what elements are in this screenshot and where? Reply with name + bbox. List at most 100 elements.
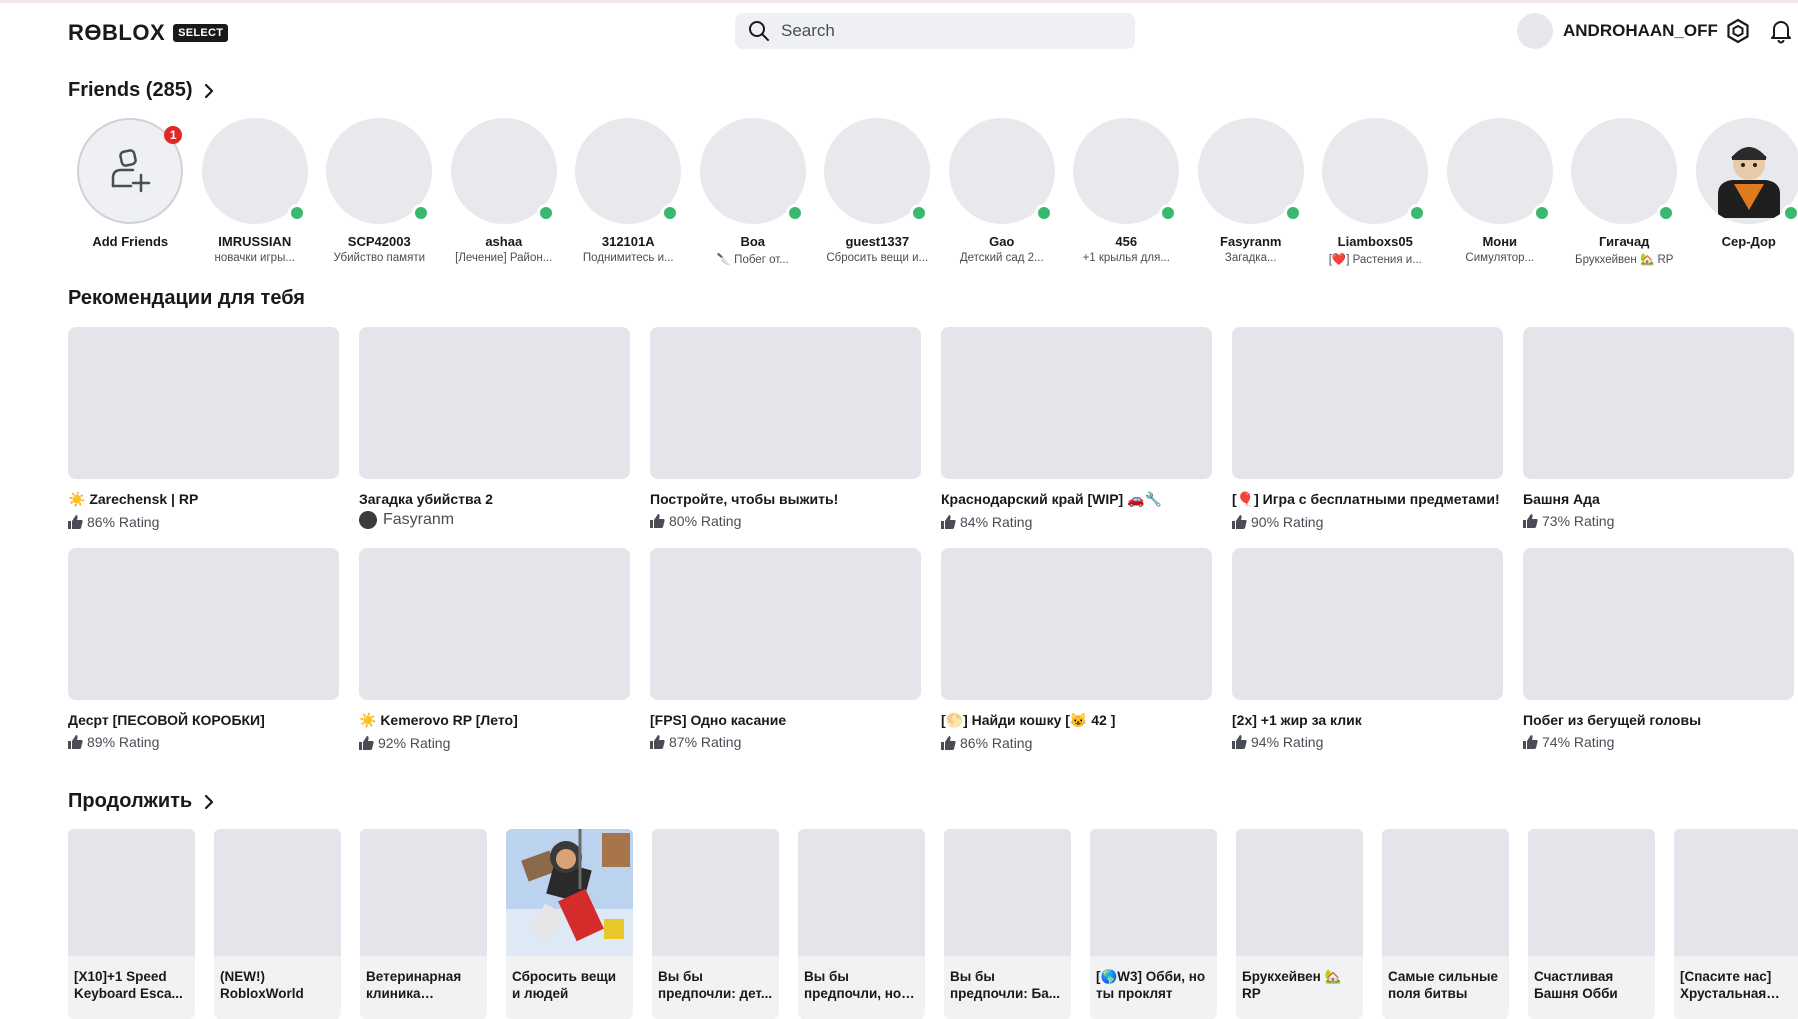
friend-tile[interactable]: 312101AПоднимитесь и...	[566, 118, 691, 266]
game-thumbnail	[1382, 829, 1509, 956]
friend-status[interactable]: Загадка...	[1189, 252, 1313, 264]
game-creator[interactable]: Fasyranm	[359, 511, 630, 529]
game-card[interactable]: [🎈] Игра с бесплатными предметами!90% Ra…	[1232, 327, 1503, 548]
friend-status[interactable]: Убийство памяти	[317, 252, 441, 264]
select-badge: SELECT	[173, 24, 228, 42]
continue-game-card[interactable]: Счастливая Башня Обби	[1528, 829, 1655, 1019]
chevron-right-icon	[202, 82, 216, 100]
friend-tile[interactable]: GaoДетский сад 2...	[940, 118, 1065, 266]
game-title: Вы бы предпочли: дет...	[652, 956, 779, 1002]
search-bar[interactable]	[735, 13, 1135, 49]
friend-avatar	[451, 118, 557, 224]
game-card[interactable]: [2x] +1 жир за клик94% Rating	[1232, 548, 1503, 769]
continue-game-card[interactable]: [🌎W3] Обби, но ты проклят	[1090, 829, 1217, 1019]
friend-status[interactable]: 🔪 Побег от...	[691, 252, 815, 266]
friend-tile[interactable]: SCP42003Убийство памяти	[317, 118, 442, 266]
add-friends-tile[interactable]: 1 Add Friends	[68, 118, 193, 266]
friend-avatar	[824, 118, 930, 224]
friend-tile[interactable]: Сер-Дор	[1687, 118, 1798, 266]
game-rating: 84% Rating	[941, 514, 1212, 530]
search-input[interactable]	[779, 20, 1103, 42]
friend-tile[interactable]: Boa🔪 Побег от...	[691, 118, 816, 266]
friend-status[interactable]: [❤️] Растения и...	[1313, 252, 1437, 266]
friend-name: guest1337	[815, 234, 939, 249]
game-title: Краснодарский край [WIP] 🚗🔧	[941, 491, 1212, 508]
game-title: Сбросить вещи и людей	[506, 956, 633, 1002]
continue-game-card[interactable]: Вы бы предпочли: Ба...	[944, 829, 1071, 1019]
game-title: [🎈] Игра с бесплатными предметами!	[1232, 491, 1503, 508]
continue-game-card[interactable]: Ветеринарная клиника (Анома...	[360, 829, 487, 1019]
thumbs-up-icon	[1232, 735, 1247, 749]
friends-heading[interactable]: Friends (285)	[68, 79, 216, 102]
thumbs-up-icon	[650, 735, 665, 749]
friend-status[interactable]: Поднимитесь и...	[566, 252, 690, 264]
friend-tile[interactable]: guest1337 Сбросить вещи и...	[815, 118, 940, 266]
friend-name: ashaa	[442, 234, 566, 249]
add-friend-icon	[107, 146, 153, 196]
bell-icon[interactable]	[1768, 18, 1794, 44]
game-card[interactable]: [FPS] Одно касание87% Rating	[650, 548, 921, 769]
continue-game-card[interactable]: Самые сильные поля битвы	[1382, 829, 1509, 1019]
friend-tile[interactable]: МониСимулятор...	[1438, 118, 1563, 266]
friend-tile[interactable]: 456 +1 крылья для...	[1064, 118, 1189, 266]
game-card[interactable]: Десрт [ПЕСОВОЙ КОРОБКИ]89% Rating	[68, 548, 339, 769]
game-title: ☀️ Kemerovo RP [Лето]	[359, 712, 630, 729]
robux-icon[interactable]	[1725, 18, 1751, 44]
continue-game-card[interactable]: Сбросить вещи и людей	[506, 829, 633, 1019]
search-icon	[747, 19, 771, 43]
friend-tile[interactable]: ashaa [Лечение] Район...	[442, 118, 567, 266]
game-card[interactable]: Постройте, чтобы выжить!80% Rating	[650, 327, 921, 548]
game-card[interactable]: [🌕] Найди кошку [😺 42 ]86% Rating	[941, 548, 1212, 769]
continue-game-card[interactable]: Брукхейвен 🏡 RP	[1236, 829, 1363, 1019]
game-rating: 89% Rating	[68, 734, 339, 750]
friend-status[interactable]: новачки игры...	[193, 252, 317, 264]
chevron-right-icon	[202, 793, 216, 811]
game-card[interactable]: ☀️ Kemerovo RP [Лето]92% Rating	[359, 548, 630, 769]
game-thumbnail	[798, 829, 925, 956]
roblox-logo[interactable]: RƟBLOX SELECT	[68, 20, 228, 46]
user-profile-link[interactable]: ANDROHAAN_OFF	[1517, 13, 1718, 49]
friend-name: Сер-Дор	[1687, 234, 1798, 249]
game-card[interactable]: ☀️ Zarechensk | RP86% Rating	[68, 327, 339, 548]
friend-tile[interactable]: IMRUSSIANновачки игры...	[193, 118, 318, 266]
friend-tile[interactable]: Гигачад Брукхейвен 🏡 RP	[1562, 118, 1687, 266]
game-thumbnail	[941, 327, 1212, 479]
game-card[interactable]: Побег из бегущей головы74% Rating	[1523, 548, 1794, 769]
friend-status[interactable]: Сбросить вещи и...	[815, 252, 939, 264]
friend-status[interactable]: Детский сад 2...	[940, 252, 1064, 264]
friend-status[interactable]: +1 крылья для...	[1064, 252, 1188, 264]
rating-value: 80% Rating	[669, 513, 741, 529]
game-title: Счастливая Башня Обби	[1528, 956, 1655, 1002]
game-rating: 87% Rating	[650, 734, 921, 750]
continue-heading[interactable]: Продолжить	[68, 790, 216, 813]
continue-game-card[interactable]: [Спасите нас] Хрустальная ба...	[1674, 829, 1798, 1019]
recommended-heading: Рекомендации для тебя	[68, 287, 305, 310]
game-card[interactable]: Башня Ада73% Rating	[1523, 327, 1794, 548]
friend-status[interactable]: [Лечение] Район...	[442, 252, 566, 264]
game-card[interactable]: Краснодарский край [WIP] 🚗🔧 84% Rating	[941, 327, 1212, 548]
continue-game-card[interactable]: Вы бы предпочли, но э...	[798, 829, 925, 1019]
game-card[interactable]: Загадка убийства 2Fasyranm	[359, 327, 630, 548]
continue-carousel: [X10]+1 Speed Keyboard Esca... (NEW!) Ro…	[68, 829, 1798, 1019]
friend-avatar	[1571, 118, 1677, 224]
friend-tile[interactable]: FasyranmЗагадка...	[1189, 118, 1314, 266]
recommended-title: Рекомендации для тебя	[68, 287, 305, 310]
game-thumbnail	[650, 327, 921, 479]
friend-avatar	[1073, 118, 1179, 224]
game-title: [🌕] Найди кошку [😺 42 ]	[941, 712, 1212, 729]
thumbs-up-icon	[359, 736, 374, 750]
creator-avatar-icon	[359, 511, 377, 529]
continue-game-card[interactable]: [X10]+1 Speed Keyboard Esca...	[68, 829, 195, 1019]
friend-name: 456	[1064, 234, 1188, 249]
continue-game-card[interactable]: Вы бы предпочли: дет...	[652, 829, 779, 1019]
friend-tile[interactable]: Liamboxs05 [❤️] Растения и...	[1313, 118, 1438, 266]
logo-wordmark: RƟBLOX	[68, 20, 165, 46]
friend-status[interactable]: Симулятор...	[1438, 252, 1562, 264]
game-thumbnail	[1523, 327, 1794, 479]
friend-name: Liamboxs05	[1313, 234, 1437, 249]
online-indicator	[1533, 204, 1551, 222]
friend-name: Гигачад	[1562, 234, 1686, 249]
continue-game-card[interactable]: (NEW!) RobloxWorld	[214, 829, 341, 1019]
game-thumbnail	[652, 829, 779, 956]
friend-status[interactable]: Брукхейвен 🏡 RP	[1562, 252, 1686, 266]
